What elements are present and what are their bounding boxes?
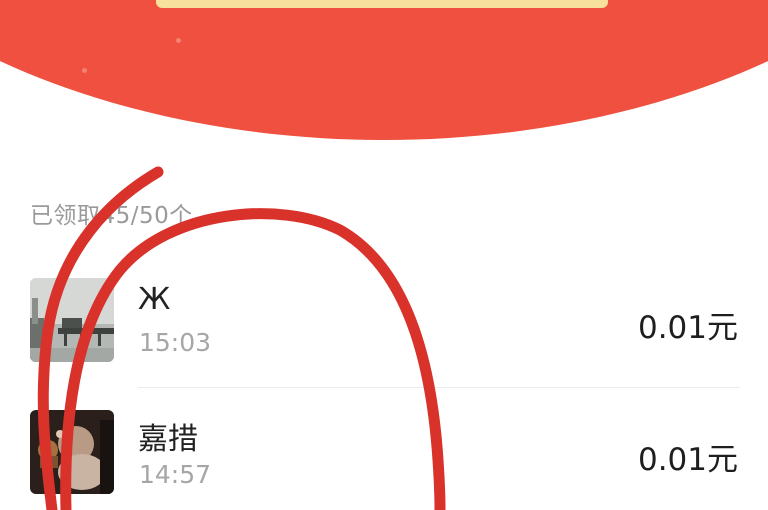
- avatar[interactable]: [30, 410, 114, 494]
- claim-amount: 0.01元: [637, 310, 738, 346]
- claim-time: 15:03: [139, 328, 212, 357]
- list-item[interactable]: Ж 15:03 0.01元: [0, 268, 768, 388]
- header-speck: [82, 68, 87, 73]
- header-speck: [176, 38, 181, 43]
- avatar[interactable]: [30, 278, 114, 362]
- claimed-count-summary: 已领取45/50个: [30, 203, 193, 229]
- sender-name: Ж: [138, 282, 171, 317]
- list-item[interactable]: 嘉措 14:57 0.01元: [0, 400, 768, 510]
- claim-time: 14:57: [139, 460, 212, 489]
- divider: [138, 387, 740, 388]
- red-packet-action-button[interactable]: [156, 0, 608, 8]
- red-packet-header: [0, 0, 768, 140]
- sender-name: 嘉措: [138, 422, 198, 457]
- claim-amount: 0.01元: [637, 442, 738, 478]
- red-packet-detail-screen: 已领取45/50个 Ж 15:03 0.01元 嘉措 14:57 0.01元: [0, 0, 768, 510]
